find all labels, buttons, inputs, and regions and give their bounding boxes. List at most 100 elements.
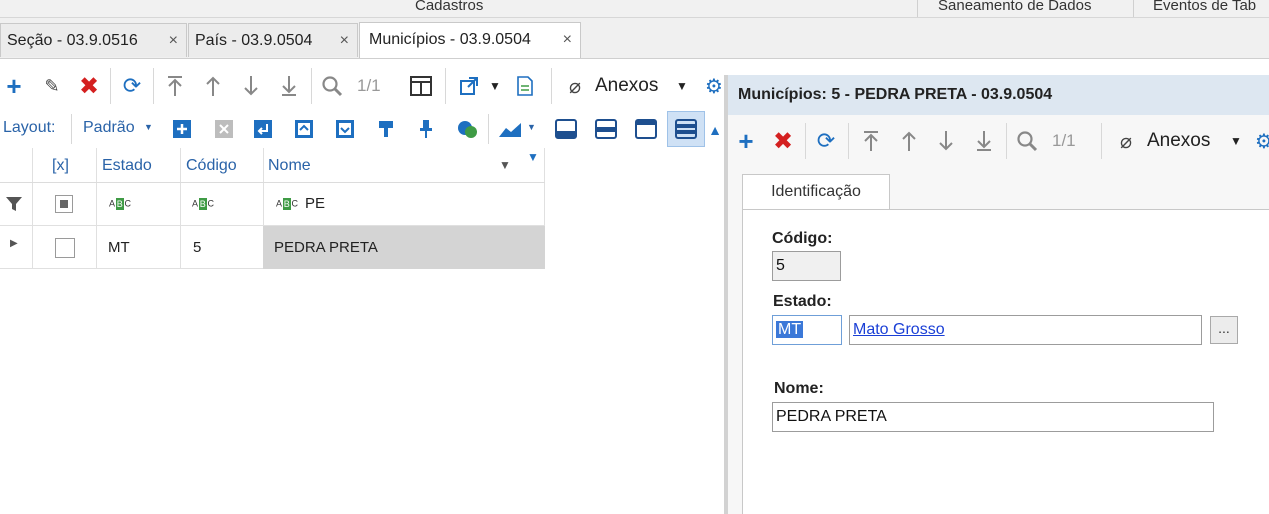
dialog-page-indicator: 1/1 (1052, 131, 1076, 150)
remove-row-icon[interactable] (212, 117, 236, 141)
row-indicator-icon: ▶ (10, 238, 18, 249)
filter-select-all-checkbox[interactable] (55, 195, 73, 213)
export-icon[interactable] (457, 74, 481, 98)
filter-nome-input[interactable]: PE (305, 195, 325, 212)
ribbon-tab-eventos[interactable]: Eventos de Tab (1153, 0, 1256, 14)
column-header-estado[interactable]: Estado (102, 157, 152, 175)
layout-toolbar: Layout: Padrão ▼ ▼ ▲ (0, 110, 724, 148)
tab-identificacao[interactable]: Identificação (742, 174, 890, 210)
page-indicator: 1/1 (357, 76, 381, 95)
move-down-icon[interactable] (333, 117, 357, 141)
settings-gear-icon[interactable]: ⚙ (704, 74, 724, 98)
ribbon-category-strip: Cadastros Saneamento de Dados Eventos de… (0, 0, 1269, 18)
chart-dropdown-icon[interactable]: ▼ (527, 122, 536, 132)
previous-record-icon[interactable] (201, 73, 225, 99)
dialog-paperclip-icon[interactable]: ⌀ (1116, 129, 1136, 153)
filter-funnel-icon (6, 197, 22, 211)
cell-nome: PEDRA PRETA (274, 239, 378, 256)
tab-close-icon[interactable]: × (563, 23, 572, 57)
dialog-previous-record-icon[interactable] (897, 128, 921, 154)
tab-label: Seção - 03.9.0516 (7, 32, 138, 49)
dialog-search-icon[interactable] (1015, 128, 1039, 154)
dialog-refresh-icon[interactable]: ⟳ (814, 128, 838, 153)
move-up-icon[interactable] (292, 117, 316, 141)
paint-format-icon[interactable] (374, 117, 398, 141)
cell-nome-selected[interactable]: PEDRA PRETA (263, 226, 545, 269)
layout-dropdown-icon[interactable]: ▼ (144, 122, 153, 132)
record-dialog: Municípios: 5 - PEDRA PRETA - 03.9.0504 … (724, 75, 1269, 514)
estado-code-selected-text: MT (776, 321, 804, 338)
wrap-text-icon[interactable] (251, 117, 275, 141)
layout-split-button[interactable] (667, 111, 705, 147)
layout-middle-icon[interactable] (594, 117, 618, 141)
dialog-add-icon[interactable]: + (734, 126, 758, 156)
codigo-field[interactable]: 5 (772, 251, 841, 281)
table-row[interactable]: ▶ MT 5 PEDRA PRETA (0, 226, 545, 269)
tab-close-icon[interactable]: × (340, 24, 349, 58)
ribbon-group-cadastros[interactable]: Cadastros (415, 0, 483, 14)
column-sort-dropdown-icon[interactable]: ▼ (499, 158, 511, 172)
export-dropdown-icon[interactable]: ▼ (487, 76, 503, 96)
tab-label: Municípios - 03.9.0504 (369, 31, 531, 48)
dialog-title-bar[interactable]: Municípios: 5 - PEDRA PRETA - 03.9.0504 (728, 75, 1269, 115)
tab-municipios[interactable]: Municípios - 03.9.0504 × (359, 22, 581, 58)
filter-nome-text-icon: ABC (276, 198, 298, 210)
more-layout-icon[interactable]: ▲ (708, 120, 722, 140)
column-header-nome[interactable]: Nome (268, 157, 311, 175)
tab-pais[interactable]: País - 03.9.0504 × (188, 23, 358, 57)
anexos-dropdown-icon[interactable]: ▼ (674, 76, 690, 96)
tab-secao[interactable]: Seção - 03.9.0516 × (0, 23, 187, 57)
edit-pencil-icon[interactable]: ✎ (40, 74, 64, 98)
nome-label: Nome: (774, 380, 824, 397)
add-row-icon[interactable] (170, 117, 194, 141)
dialog-anexos-dropdown-icon[interactable]: ▼ (1228, 131, 1244, 151)
tab-label: País - 03.9.0504 (195, 32, 313, 49)
row-select-checkbox[interactable] (55, 238, 75, 258)
layout-select[interactable]: Padrão (83, 119, 135, 137)
paperclip-icon[interactable]: ⌀ (565, 74, 585, 98)
tab-close-icon[interactable]: × (169, 24, 178, 58)
first-record-icon[interactable] (163, 73, 187, 99)
highlight-icon[interactable] (455, 117, 479, 141)
dialog-next-record-icon[interactable] (934, 128, 958, 154)
dialog-settings-gear-icon[interactable]: ⚙ (1255, 129, 1269, 153)
estado-name-field[interactable]: Mato Grosso (849, 315, 1202, 345)
dialog-last-record-icon[interactable] (972, 128, 996, 154)
grid-header-row: [x] Estado Código Nome ▼ ▼ (0, 148, 545, 183)
column-header-select[interactable]: [x] (52, 157, 69, 175)
delete-icon[interactable]: ✖ (77, 73, 101, 100)
estado-lookup-button[interactable]: ... (1210, 316, 1238, 344)
report-icon[interactable] (513, 74, 537, 98)
add-icon[interactable]: + (2, 71, 26, 101)
anexos-button[interactable]: Anexos (595, 75, 658, 97)
codigo-label: Código: (772, 230, 833, 247)
last-record-icon[interactable] (277, 73, 301, 99)
chart-icon[interactable] (497, 117, 523, 141)
dialog-first-record-icon[interactable] (859, 128, 883, 154)
search-icon[interactable] (320, 73, 344, 99)
dialog-delete-icon[interactable]: ✖ (771, 128, 795, 155)
nome-field[interactable]: PEDRA PRETA (772, 402, 1214, 432)
layout-bottom-icon[interactable] (554, 117, 578, 141)
refresh-icon[interactable]: ⟳ (120, 73, 144, 98)
columns-icon[interactable] (409, 74, 433, 98)
layout-label: Layout: (3, 119, 56, 136)
pin-icon[interactable] (414, 117, 438, 141)
dialog-toolbar: + ✖ ⟳ 1/1 ⌀ Anexos ▼ ⚙ (728, 117, 1269, 165)
estado-code-field[interactable]: MT (772, 315, 842, 345)
column-header-codigo[interactable]: Código (186, 157, 237, 175)
cell-codigo: 5 (193, 239, 202, 256)
estado-name-link[interactable]: Mato Grosso (853, 321, 945, 338)
ribbon-tab-saneamento[interactable]: Saneamento de Dados (938, 0, 1091, 14)
estado-label: Estado: (773, 293, 832, 310)
layout-top-icon[interactable] (634, 117, 658, 141)
filter-codigo-text-icon[interactable]: ABC (192, 198, 214, 210)
next-record-icon[interactable] (239, 73, 263, 99)
filter-estado-text-icon[interactable]: ABC (109, 198, 131, 210)
cell-estado: MT (108, 239, 130, 256)
grid-filter-row: ABC ABC ABC PE (0, 183, 545, 226)
column-filter-icon[interactable]: ▼ (527, 150, 539, 164)
document-tab-bar: Seção - 03.9.0516 × País - 03.9.0504 × M… (0, 18, 1269, 59)
main-toolbar: + ✎ ✖ ⟳ 1/1 ▼ ⌀ Anexos ▼ ⚙ (0, 62, 724, 110)
dialog-anexos-button[interactable]: Anexos (1147, 130, 1210, 152)
